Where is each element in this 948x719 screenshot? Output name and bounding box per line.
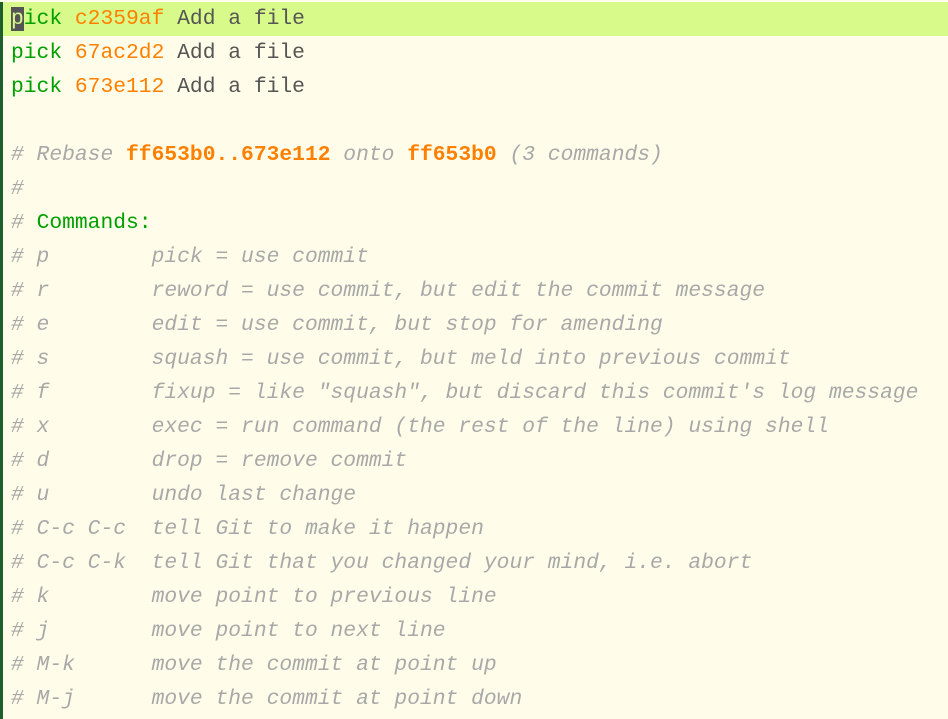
- help-key: # e: [11, 313, 152, 337]
- help-key: # x: [11, 415, 152, 439]
- help-line: # s squash = use commit, but meld into p…: [3, 342, 948, 376]
- help-line: # u undo last change: [3, 478, 948, 512]
- help-line: # j move point to next line: [3, 614, 948, 648]
- comment-line: #: [11, 177, 24, 201]
- help-desc: move point to next line: [151, 619, 446, 643]
- help-key: # M-j: [11, 687, 152, 711]
- help-desc: edit = use commit, but stop for amending: [151, 313, 663, 337]
- commit-action[interactable]: pick: [11, 75, 62, 99]
- help-key: # C-c C-k: [11, 551, 152, 575]
- header-prefix: # Rebase: [11, 143, 127, 167]
- help-line: # M-k move the commit at point up: [3, 648, 948, 682]
- commit-message: Add a file: [177, 75, 305, 99]
- help-key: # j: [11, 619, 152, 643]
- help-desc: tell Git to make it happen: [151, 517, 484, 541]
- help-list: # p pick = use commit # r reword = use co…: [3, 240, 948, 716]
- commit-message: Add a file: [177, 41, 305, 65]
- help-key: # r: [11, 279, 152, 303]
- help-key: # k: [11, 585, 152, 609]
- help-desc: tell Git that you changed your mind, i.e…: [151, 551, 753, 575]
- rebase-buffer[interactable]: pick c2359af Add a file pick 67ac2d2 Add…: [0, 2, 948, 719]
- comment-prefix: #: [11, 211, 37, 235]
- help-line: # M-j move the commit at point down: [3, 682, 948, 716]
- help-line: # r reword = use commit, but edit the co…: [3, 274, 948, 308]
- help-line: # C-c C-c tell Git to make it happen: [3, 512, 948, 546]
- help-key: # M-k: [11, 653, 152, 677]
- help-desc: fixup = like "squash", but discard this …: [151, 381, 919, 405]
- commit-action[interactable]: pick: [11, 7, 62, 31]
- help-key: # s: [11, 347, 152, 371]
- command-count: (3 commands): [496, 143, 663, 167]
- help-line: # k move point to previous line: [3, 580, 948, 614]
- help-line: # d drop = remove commit: [3, 444, 948, 478]
- cursor: p: [11, 7, 24, 31]
- help-desc: undo last change: [151, 483, 357, 507]
- help-line: # x exec = run command (the rest of the …: [3, 410, 948, 444]
- commands-label: Commands:: [36, 211, 152, 235]
- help-key: # f: [11, 381, 152, 405]
- onto-word: onto: [330, 143, 408, 167]
- commit-hash: c2359af: [74, 7, 165, 31]
- help-desc: drop = remove commit: [151, 449, 408, 473]
- commit-hash: 67ac2d2: [74, 41, 165, 65]
- help-key: # C-c C-c: [11, 517, 152, 541]
- help-key: # d: [11, 449, 152, 473]
- rebase-header: # Rebase ff653b0..673e112 onto ff653b0 (…: [3, 138, 948, 172]
- help-line: # e edit = use commit, but stop for amen…: [3, 308, 948, 342]
- help-line: # f fixup = like "squash", but discard t…: [3, 376, 948, 410]
- commands-heading: # Commands:: [3, 206, 948, 240]
- help-desc: exec = run command (the rest of the line…: [151, 415, 829, 439]
- help-line: # p pick = use commit: [3, 240, 948, 274]
- help-desc: reword = use commit, but edit the commit…: [151, 279, 766, 303]
- commit-hash: 673e112: [74, 75, 165, 99]
- commit-line[interactable]: pick c2359af Add a file: [3, 2, 948, 36]
- help-key: # p: [11, 245, 152, 269]
- help-line: # C-c C-k tell Git that you changed your…: [3, 546, 948, 580]
- help-key: # u: [11, 483, 152, 507]
- help-desc: move the commit at point down: [151, 687, 523, 711]
- commit-line[interactable]: pick 67ac2d2 Add a file: [3, 36, 948, 70]
- commit-message: Add a file: [177, 7, 305, 31]
- help-desc: pick = use commit: [151, 245, 369, 269]
- help-desc: squash = use commit, but meld into previ…: [151, 347, 791, 371]
- commit-line[interactable]: pick 673e112 Add a file: [3, 70, 948, 104]
- help-desc: move point to previous line: [151, 585, 497, 609]
- rebase-range: ff653b0..673e112: [126, 143, 331, 167]
- help-desc: move the commit at point up: [151, 653, 497, 677]
- commit-action[interactable]: pick: [11, 41, 62, 65]
- onto-hash: ff653b0: [407, 143, 497, 167]
